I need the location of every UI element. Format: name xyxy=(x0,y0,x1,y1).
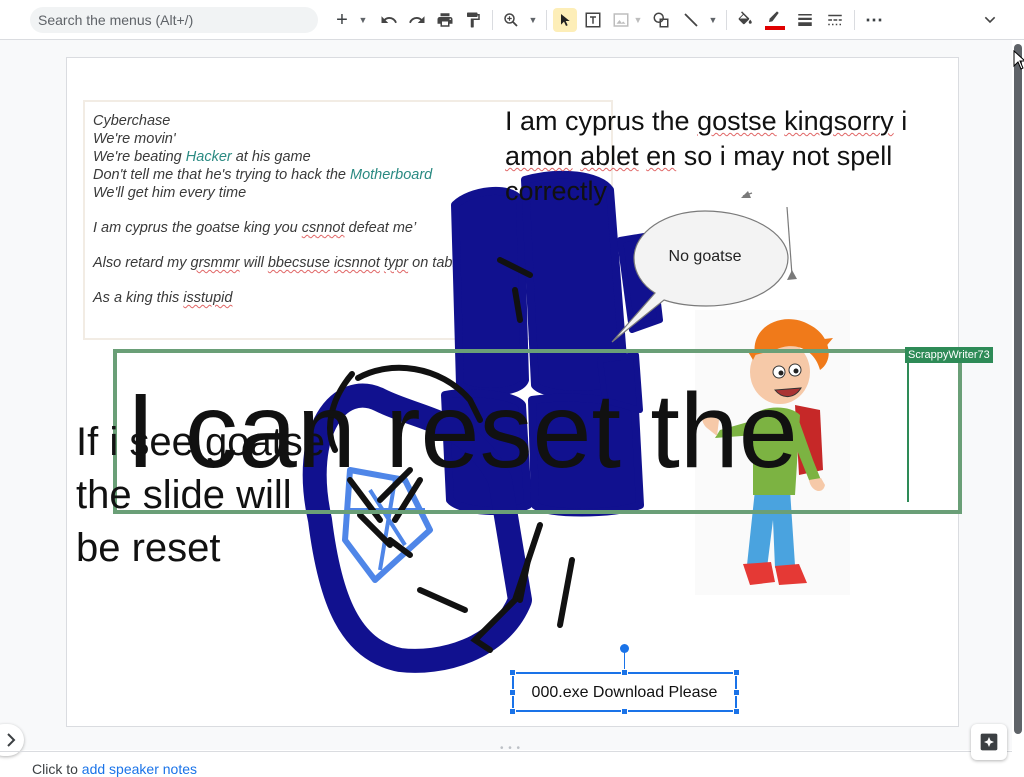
reset-warning-text[interactable]: If i see goatse the slide will be reset xyxy=(76,416,336,575)
rotation-handle[interactable] xyxy=(620,644,629,653)
explore-sparkle-icon xyxy=(980,733,998,751)
speaker-notes-area[interactable]: Click to add speaker notes xyxy=(32,761,197,777)
resize-handle[interactable] xyxy=(733,708,740,715)
resize-handle[interactable] xyxy=(509,708,516,715)
mouse-pointer-icon xyxy=(1013,50,1024,70)
resize-handle[interactable] xyxy=(733,689,740,696)
notes-prefix: Click to xyxy=(32,761,82,777)
collaborator-cursor xyxy=(907,362,909,502)
resize-handle[interactable] xyxy=(621,708,628,715)
add-speaker-notes-link[interactable]: add speaker notes xyxy=(82,761,197,777)
notes-resize-handle[interactable]: • • • xyxy=(500,743,521,754)
collaborator-name-tag: ScrappyWriter73 xyxy=(905,347,993,363)
notes-divider xyxy=(0,751,1012,752)
resize-handle[interactable] xyxy=(621,669,628,676)
bubble-text: No goatse xyxy=(668,248,742,265)
explore-button[interactable] xyxy=(971,724,1007,760)
resize-handle[interactable] xyxy=(733,669,740,676)
resize-handle[interactable] xyxy=(509,669,516,676)
resize-handle[interactable] xyxy=(509,689,516,696)
chevron-right-icon xyxy=(7,733,16,747)
scrollbar-thumb[interactable] xyxy=(1014,44,1022,734)
selected-text-box[interactable]: 000.exe Download Please xyxy=(512,672,737,712)
